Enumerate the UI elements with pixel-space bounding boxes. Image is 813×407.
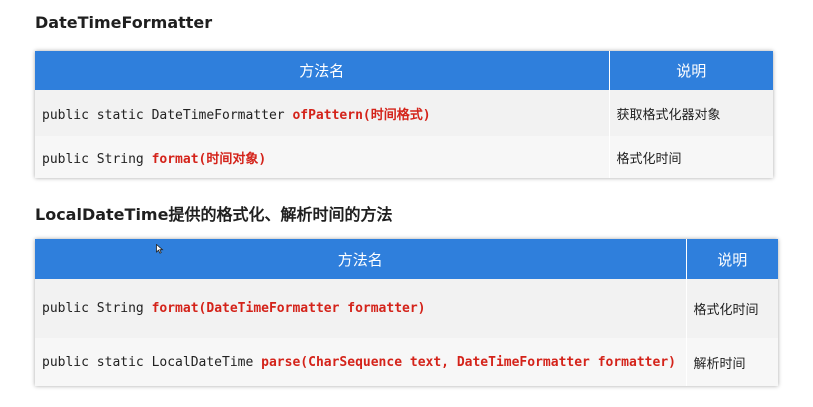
table-header-row: 方法名 说明	[35, 51, 773, 90]
column-header-description: 说明	[686, 239, 778, 279]
method-signature-cell: public String format(DateTimeFormatter f…	[35, 279, 687, 338]
table-row: public String format(时间对象) 格式化时间	[35, 136, 773, 178]
table-row: public String format(DateTimeFormatter f…	[35, 279, 778, 338]
method-signature-prefix: public static LocalDateTime	[42, 354, 262, 370]
table-row: public static LocalDateTime parse(CharSe…	[35, 338, 778, 386]
column-header-method-name: 方法名	[35, 239, 687, 279]
method-description-cell: 获取格式化器对象	[609, 90, 773, 136]
method-description-cell: 解析时间	[686, 338, 778, 386]
column-header-method-name: 方法名	[35, 51, 610, 90]
datetimeformatter-method-table: 方法名 说明 public static DateTimeFormatter o…	[35, 51, 773, 178]
method-signature-prefix: public static DateTimeFormatter	[42, 107, 293, 123]
method-signature-cell: public String format(时间对象)	[35, 136, 610, 178]
method-signature-prefix: public String	[42, 151, 152, 167]
method-signature-cell: public static DateTimeFormatter ofPatter…	[35, 90, 610, 136]
localdatetime-method-table: 方法名 说明 public String format(DateTimeForm…	[35, 239, 778, 386]
section-heading-localdatetime: LocalDateTime提供的格式化、解析时间的方法	[35, 205, 393, 224]
method-signature-cell: public static LocalDateTime parse(CharSe…	[35, 338, 687, 386]
column-header-description: 说明	[609, 51, 773, 90]
method-name-highlight: ofPattern(时间格式)	[292, 107, 431, 123]
method-signature-prefix: public String	[42, 301, 152, 316]
table-header-row: 方法名 说明	[35, 239, 778, 279]
section-heading-datetimeformatter: DateTimeFormatter	[35, 13, 213, 32]
method-name-highlight: format(时间对象)	[151, 151, 267, 167]
method-name-highlight: parse(CharSequence text, DateTimeFormatt…	[261, 354, 676, 370]
method-name-highlight: format(DateTimeFormatter formatter)	[151, 301, 426, 316]
mouse-pointer-icon	[156, 244, 164, 254]
method-description-cell: 格式化时间	[609, 136, 773, 178]
table-row: public static DateTimeFormatter ofPatter…	[35, 90, 773, 136]
method-description-cell: 格式化时间	[686, 279, 778, 338]
